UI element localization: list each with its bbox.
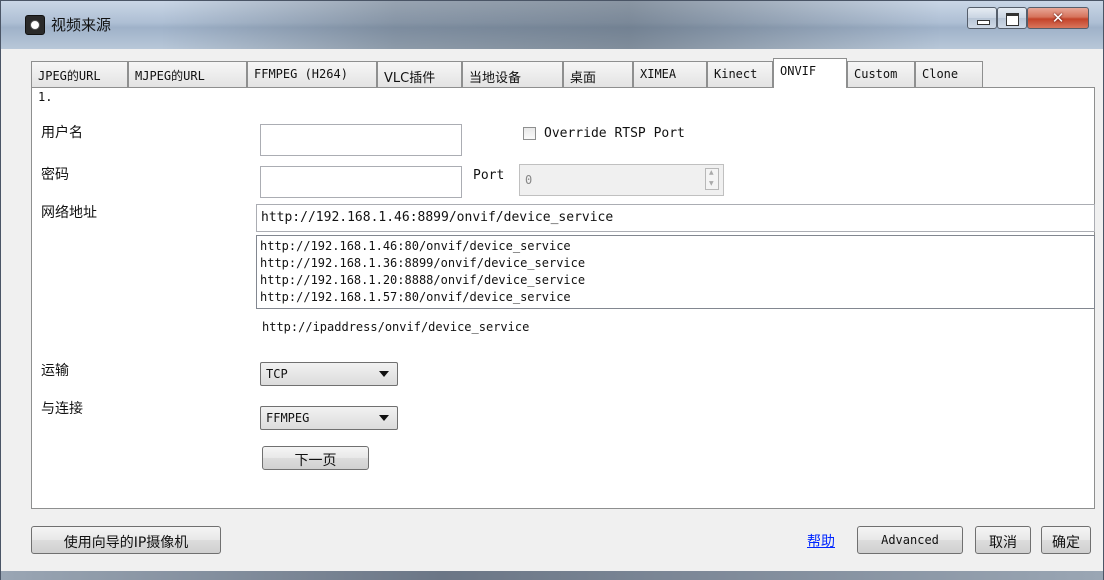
video-source-window: 视频来源 ✕ JPEG的URL MJPEG的URL FFMPEG (H264) … — [0, 0, 1104, 580]
window-title: 视频来源 — [51, 16, 112, 34]
tab-label: XIMEA — [640, 67, 677, 81]
username-label: 用户名 — [41, 125, 83, 141]
help-link[interactable]: 帮助 — [807, 531, 835, 551]
password-label: 密码 — [41, 167, 69, 183]
tab-vlc-plugin[interactable]: VLC插件 — [377, 61, 462, 87]
tab-kinect[interactable]: Kinect — [707, 61, 773, 87]
tab-custom[interactable]: Custom — [847, 61, 915, 87]
tab-label: VLC插件 — [384, 71, 436, 86]
advanced-button[interactable]: Advanced — [857, 526, 963, 554]
title-bar[interactable]: 视频来源 ✕ — [1, 1, 1103, 49]
list-item[interactable]: http://192.168.1.20:8888/onvif/device_se… — [260, 272, 1091, 289]
connect-select[interactable]: FFMPEG — [260, 406, 398, 430]
tab-ximea[interactable]: XIMEA — [633, 61, 707, 87]
tab-label: Custom — [854, 67, 898, 81]
tab-ffmpeg-h264[interactable]: FFMPEG (H264) — [247, 61, 377, 87]
window-bottom-frame — [1, 571, 1103, 580]
tab-label: 桌面 — [570, 71, 597, 86]
port-label: Port — [473, 168, 505, 183]
address-hint: http://ipaddress/onvif/device_service — [262, 320, 530, 334]
transport-label: 运输 — [41, 363, 69, 379]
username-input[interactable] — [260, 124, 462, 156]
tab-label: Clone — [922, 67, 959, 81]
connect-label: 与连接 — [41, 401, 83, 417]
tab-label: Kinect — [714, 67, 758, 81]
tab-label: MJPEG的URL — [135, 69, 205, 83]
tab-desktop[interactable]: 桌面 — [563, 61, 633, 87]
ok-button[interactable]: 确定 — [1041, 526, 1091, 554]
password-input[interactable] — [260, 166, 462, 198]
address-input[interactable]: http://192.168.1.46:8899/onvif/device_se… — [256, 204, 1095, 232]
step-number: 1. — [38, 90, 53, 104]
tab-local-device[interactable]: 当地设备 — [462, 61, 563, 87]
port-value: 0 — [525, 173, 533, 187]
title-bar-shade — [161, 1, 941, 49]
address-value: http://192.168.1.46:8899/onvif/device_se… — [261, 210, 614, 225]
address-label: 网络地址 — [41, 205, 97, 221]
chevron-down-icon — [379, 415, 389, 421]
tab-onvif[interactable]: ONVIF — [773, 58, 847, 88]
tab-mjpeg-url[interactable]: MJPEG的URL — [128, 61, 247, 87]
connect-value: FFMPEG — [266, 411, 310, 425]
address-listbox[interactable]: http://192.168.1.46:80/onvif/device_serv… — [256, 235, 1095, 309]
override-rtsp-label: Override RTSP Port — [544, 126, 685, 141]
cancel-button[interactable]: 取消 — [975, 526, 1031, 554]
transport-select[interactable]: TCP — [260, 362, 398, 386]
list-item[interactable]: http://192.168.1.57:80/onvif/device_serv… — [260, 289, 1091, 306]
tab-label: FFMPEG (H264) — [254, 67, 348, 81]
override-rtsp-checkbox[interactable] — [523, 127, 536, 140]
transport-value: TCP — [266, 367, 288, 381]
app-icon — [25, 15, 45, 35]
next-page-button[interactable]: 下一页 — [262, 446, 369, 470]
close-button[interactable]: ✕ — [1027, 7, 1089, 29]
port-spinbox[interactable]: 0 — [519, 164, 724, 196]
tab-label: JPEG的URL — [38, 69, 101, 83]
ip-camera-wizard-button[interactable]: 使用向导的IP摄像机 — [31, 526, 221, 554]
list-item[interactable]: http://192.168.1.36:8899/onvif/device_se… — [260, 255, 1091, 272]
spin-arrows-icon[interactable] — [705, 168, 719, 190]
maximize-button[interactable] — [997, 7, 1027, 29]
list-item[interactable]: http://192.168.1.46:80/onvif/device_serv… — [260, 238, 1091, 255]
tab-label: ONVIF — [780, 64, 817, 78]
chevron-down-icon — [379, 371, 389, 377]
tab-label: 当地设备 — [469, 71, 522, 86]
minimize-button[interactable] — [967, 7, 997, 29]
onvif-panel: 1. 用户名 Override RTSP Port 密码 Port 0 网络地址… — [31, 87, 1095, 509]
tab-jpeg-url[interactable]: JPEG的URL — [31, 61, 128, 87]
close-icon: ✕ — [1051, 9, 1065, 27]
tab-clone[interactable]: Clone — [915, 61, 983, 87]
